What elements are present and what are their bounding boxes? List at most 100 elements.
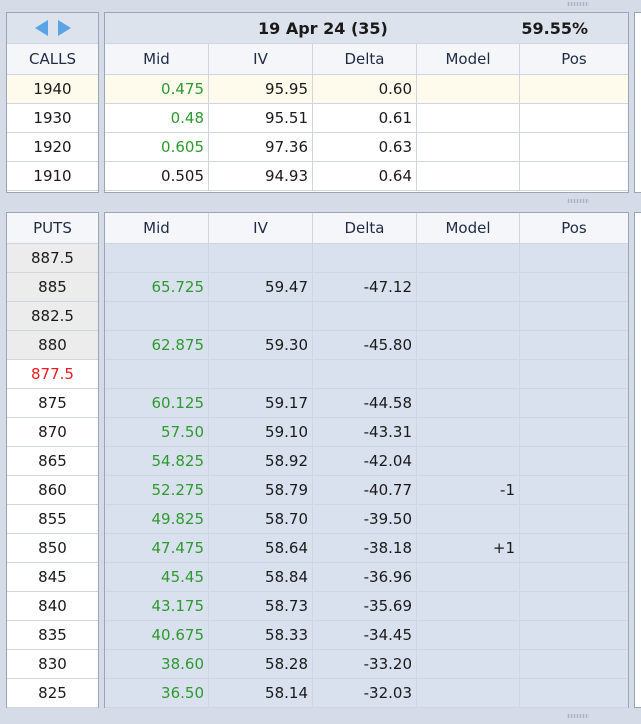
column-header-iv[interactable]: IV bbox=[209, 44, 313, 74]
cell-model[interactable] bbox=[417, 104, 520, 132]
puts-strike-row[interactable]: 870 bbox=[7, 418, 98, 447]
cell-pos[interactable] bbox=[520, 331, 628, 359]
puts-option-row[interactable]: 40.675 58.33 -34.45 bbox=[105, 621, 628, 650]
puts-option-row[interactable]: 47.475 58.64 -38.18 +1 bbox=[105, 534, 628, 563]
column-header-delta[interactable]: Delta bbox=[313, 213, 417, 243]
cell-mid: 45.45 bbox=[105, 563, 209, 591]
puts-strike-row[interactable]: 875 bbox=[7, 389, 98, 418]
cell-pos[interactable] bbox=[520, 104, 628, 132]
puts-option-row[interactable]: 62.875 59.30 -45.80 bbox=[105, 331, 628, 360]
puts-strike-row[interactable]: 825 bbox=[7, 679, 98, 708]
cell-pos[interactable] bbox=[520, 162, 628, 190]
column-header-pos[interactable]: Pos bbox=[520, 213, 628, 243]
column-header-mid[interactable]: Mid bbox=[105, 213, 209, 243]
puts-option-row[interactable]: 65.725 59.47 -47.12 bbox=[105, 273, 628, 302]
top-splitter-handle[interactable] bbox=[567, 2, 589, 6]
cell-pos[interactable] bbox=[520, 447, 628, 475]
cell-iv bbox=[209, 360, 313, 388]
cell-model[interactable] bbox=[417, 650, 520, 678]
puts-option-row[interactable] bbox=[105, 360, 628, 389]
cell-pos[interactable] bbox=[520, 133, 628, 161]
cell-model[interactable] bbox=[417, 563, 520, 591]
cell-pos[interactable] bbox=[520, 273, 628, 301]
column-header-model[interactable]: Model bbox=[417, 213, 520, 243]
puts-strike-row[interactable]: 860 bbox=[7, 476, 98, 505]
cell-pos[interactable] bbox=[520, 621, 628, 649]
puts-strike-row[interactable]: 887.5 bbox=[7, 244, 98, 273]
calls-strike-row[interactable]: 1940 bbox=[7, 75, 98, 104]
puts-strike-row[interactable]: 882.5 bbox=[7, 302, 98, 331]
calls-strike-row[interactable]: 1930 bbox=[7, 104, 98, 133]
cell-pos[interactable] bbox=[520, 360, 628, 388]
column-header-model[interactable]: Model bbox=[417, 44, 520, 74]
puts-strike-row[interactable]: 865 bbox=[7, 447, 98, 476]
bottom-splitter-handle[interactable] bbox=[567, 714, 589, 718]
cell-model[interactable] bbox=[417, 505, 520, 533]
cell-model[interactable] bbox=[417, 162, 520, 190]
cell-model[interactable]: -1 bbox=[417, 476, 520, 504]
puts-option-row[interactable]: 38.60 58.28 -33.20 bbox=[105, 650, 628, 679]
puts-option-row[interactable]: 57.50 59.10 -43.31 bbox=[105, 418, 628, 447]
cell-pos[interactable] bbox=[520, 534, 628, 562]
puts-strike-row[interactable]: 830 bbox=[7, 650, 98, 679]
cell-mid: 47.475 bbox=[105, 534, 209, 562]
puts-option-row[interactable] bbox=[105, 302, 628, 331]
prev-expiry-button[interactable] bbox=[34, 20, 48, 36]
cell-pos[interactable] bbox=[520, 476, 628, 504]
cell-pos[interactable] bbox=[520, 679, 628, 707]
cell-model[interactable] bbox=[417, 592, 520, 620]
cell-model[interactable] bbox=[417, 133, 520, 161]
middle-splitter-handle[interactable] bbox=[567, 199, 589, 203]
calls-option-row[interactable]: 0.505 94.93 0.64 bbox=[105, 162, 628, 191]
column-header-pos[interactable]: Pos bbox=[520, 44, 628, 74]
cell-pos[interactable] bbox=[520, 389, 628, 417]
puts-option-row[interactable]: 60.125 59.17 -44.58 bbox=[105, 389, 628, 418]
cell-pos[interactable] bbox=[520, 563, 628, 591]
cell-model[interactable] bbox=[417, 75, 520, 103]
cell-model[interactable] bbox=[417, 331, 520, 359]
puts-option-row[interactable]: 36.50 58.14 -32.03 bbox=[105, 679, 628, 708]
calls-option-row[interactable]: 0.475 95.95 0.60 bbox=[105, 75, 628, 104]
column-header-iv[interactable]: IV bbox=[209, 213, 313, 243]
puts-option-row[interactable]: 43.175 58.73 -35.69 bbox=[105, 592, 628, 621]
cell-model[interactable] bbox=[417, 679, 520, 707]
cell-pos[interactable] bbox=[520, 75, 628, 103]
cell-model[interactable]: +1 bbox=[417, 534, 520, 562]
puts-option-row[interactable] bbox=[105, 244, 628, 273]
puts-option-row[interactable]: 45.45 58.84 -36.96 bbox=[105, 563, 628, 592]
cell-pos[interactable] bbox=[520, 592, 628, 620]
cell-pos[interactable] bbox=[520, 244, 628, 272]
calls-option-row[interactable]: 0.605 97.36 0.63 bbox=[105, 133, 628, 162]
puts-strike-row[interactable]: 840 bbox=[7, 592, 98, 621]
puts-strike-row[interactable]: 845 bbox=[7, 563, 98, 592]
puts-option-row[interactable]: 52.275 58.79 -40.77 -1 bbox=[105, 476, 628, 505]
puts-strike-row[interactable]: 880 bbox=[7, 331, 98, 360]
puts-strike-row[interactable]: 885 bbox=[7, 273, 98, 302]
puts-option-row[interactable]: 49.825 58.70 -39.50 bbox=[105, 505, 628, 534]
cell-model[interactable] bbox=[417, 302, 520, 330]
puts-strike-row[interactable]: 850 bbox=[7, 534, 98, 563]
cell-model[interactable] bbox=[417, 244, 520, 272]
calls-option-row[interactable]: 0.48 95.51 0.61 bbox=[105, 104, 628, 133]
cell-delta bbox=[313, 302, 417, 330]
column-header-delta[interactable]: Delta bbox=[313, 44, 417, 74]
next-expiry-button[interactable] bbox=[57, 20, 71, 36]
calls-strike-row[interactable]: 1910 bbox=[7, 162, 98, 191]
cell-model[interactable] bbox=[417, 621, 520, 649]
puts-strike-row[interactable]: 877.5 bbox=[7, 360, 98, 389]
puts-strike-row[interactable]: 855 bbox=[7, 505, 98, 534]
cell-pos[interactable] bbox=[520, 650, 628, 678]
cell-model[interactable] bbox=[417, 273, 520, 301]
puts-option-row[interactable]: 54.825 58.92 -42.04 bbox=[105, 447, 628, 476]
cell-pos[interactable] bbox=[520, 418, 628, 446]
cell-pos[interactable] bbox=[520, 302, 628, 330]
column-header-mid[interactable]: Mid bbox=[105, 44, 209, 74]
calls-strike-row[interactable]: 1920 bbox=[7, 133, 98, 162]
cell-model[interactable] bbox=[417, 389, 520, 417]
cell-pos[interactable] bbox=[520, 505, 628, 533]
cell-model[interactable] bbox=[417, 360, 520, 388]
cell-model[interactable] bbox=[417, 418, 520, 446]
puts-strike-row[interactable]: 835 bbox=[7, 621, 98, 650]
cell-delta: 0.61 bbox=[313, 104, 417, 132]
cell-model[interactable] bbox=[417, 447, 520, 475]
